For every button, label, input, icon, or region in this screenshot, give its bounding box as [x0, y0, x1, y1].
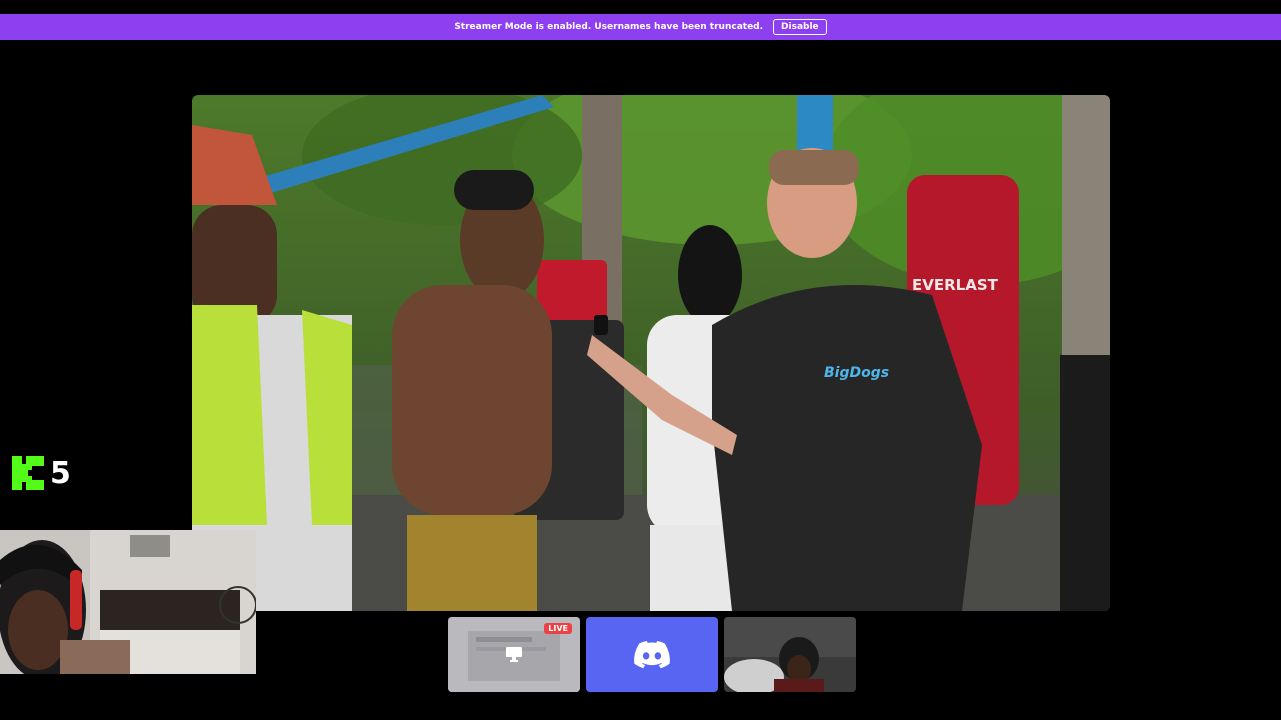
streamer-mode-banner: Streamer Mode is enabled. Usernames have…: [0, 14, 1281, 40]
streamer-webcam: [0, 530, 256, 674]
main-stream-video[interactable]: EVERLAST BigDogs: [192, 95, 1110, 611]
participant-tiles: LIVE: [448, 617, 856, 692]
discord-logo-icon: [634, 640, 670, 668]
kick-overlay: 5: [12, 455, 71, 491]
kick-logo-icon: [12, 456, 44, 490]
live-badge: LIVE: [544, 623, 572, 634]
discord-avatar-tile[interactable]: [586, 617, 718, 692]
monitor-icon: [506, 647, 522, 662]
bag-label: EVERLAST: [912, 276, 999, 294]
participant-camera-tile[interactable]: [724, 617, 856, 692]
streamer-mode-message: Streamer Mode is enabled. Usernames have…: [454, 22, 764, 32]
screen-share-tile[interactable]: LIVE: [448, 617, 580, 692]
kick-count: 5: [50, 455, 71, 491]
disable-streamer-mode-button[interactable]: Disable: [773, 19, 827, 35]
shirt-logo: BigDogs: [824, 365, 889, 381]
